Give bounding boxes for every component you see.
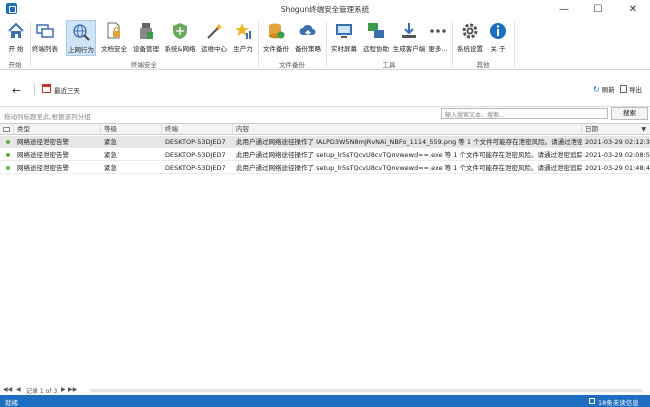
close-button[interactable]: ✕ (616, 0, 650, 18)
ribbon-toolbar: 开 始 开始 终端列表 上网行为 文档安全 设备管理 系统&网络 运维中心 生产… (0, 18, 650, 70)
checkbox-column-header[interactable] (0, 124, 14, 135)
ribbon-file-backup-button[interactable]: 文件备份 (262, 20, 290, 56)
status-bar: 就绪 18条未读信息 (0, 395, 650, 407)
table-row[interactable]: 网络途径泄密告警 紧急 DESKTOP-53DJED7 此用户通过网络途径操作了… (0, 136, 650, 148)
table-row[interactable]: 网络途径泄密告警 紧急 DESKTOP-53DJED7 此用户通过网络途径操作了… (0, 149, 650, 161)
next-page-icon[interactable]: ▶ (61, 386, 66, 393)
ribbon-document-security-button[interactable]: 文档安全 (100, 20, 128, 56)
magic-wand-icon (205, 22, 223, 40)
back-arrow-icon[interactable]: ← (12, 84, 21, 97)
monitors-icon (36, 22, 54, 40)
notification-icon (589, 398, 595, 404)
group-label: 开始 (8, 61, 22, 69)
refresh-button[interactable]: ↻ 刷新 (593, 84, 615, 95)
monitor-icon (335, 22, 353, 40)
group-label: 文件备份 (279, 61, 305, 69)
ribbon-productivity-button[interactable]: 生产力 (231, 20, 255, 56)
divider (34, 83, 35, 95)
column-header-content[interactable]: 内容 (233, 124, 582, 135)
calendar-icon[interactable] (42, 84, 51, 93)
shield-network-icon (171, 22, 189, 40)
status-dot-icon (6, 153, 10, 157)
ribbon-more-button[interactable]: 更多... (427, 20, 449, 56)
ribbon-generate-client-button[interactable]: 生成客户端 (393, 20, 425, 56)
search-input[interactable]: 输入搜索文本、搜索... (441, 108, 608, 119)
ribbon-settings-button[interactable]: 系统设置 (456, 20, 484, 56)
cloud-upload-icon (299, 22, 317, 40)
group-hint: 拖动列标题至此,根据该列分组 (4, 113, 91, 121)
gear-icon (461, 22, 479, 40)
export-icon (620, 85, 627, 93)
horizontal-scrollbar[interactable] (90, 389, 642, 392)
download-icon (400, 22, 418, 40)
minimize-button[interactable]: — (547, 0, 581, 18)
date-range-selector[interactable]: 最近三天 (54, 85, 80, 95)
usb-device-icon (137, 22, 155, 40)
prev-page-icon[interactable]: ◀ (16, 386, 21, 393)
ribbon-live-screen-button[interactable]: 实时屏幕 (330, 20, 358, 56)
column-header-terminal[interactable]: 终端 (162, 124, 233, 135)
refresh-icon: ↻ (593, 84, 600, 94)
ribbon-internet-behavior-button[interactable]: 上网行为 (66, 20, 96, 56)
ribbon-system-network-button[interactable]: 系统&网络 (164, 20, 196, 56)
ribbon-device-management-button[interactable]: 设备管理 (132, 20, 160, 56)
table-header: 类型 等级 终端 内容 日期 ▼ (0, 124, 650, 135)
status-dot-icon (6, 166, 10, 170)
database-backup-icon (267, 22, 285, 40)
group-label: 终端安全 (131, 61, 157, 69)
star-chart-icon (234, 22, 252, 40)
ribbon-remote-assist-button[interactable]: 远程协助 (362, 20, 390, 56)
column-header-type[interactable]: 类型 (14, 124, 101, 135)
column-header-level[interactable]: 等级 (101, 124, 162, 135)
group-separator (514, 22, 515, 66)
remote-desktop-icon (367, 22, 385, 40)
info-icon (489, 22, 507, 40)
last-page-icon[interactable]: ▶▶ (68, 386, 77, 393)
ribbon-about-button[interactable]: 关 于 (487, 20, 509, 56)
unread-count[interactable]: 18条未读信息 (598, 397, 639, 407)
column-header-date[interactable]: 日期 ▼ (582, 124, 650, 135)
mail-icon (3, 127, 10, 132)
pager: ◀◀ ◀ 记录 1 of 3 ▶ ▶▶ (0, 385, 650, 395)
ribbon-terminal-list-button[interactable]: 终端列表 (32, 20, 58, 56)
maximize-button[interactable]: ☐ (581, 0, 615, 18)
status-text: 就绪 (5, 399, 18, 407)
record-counter: 记录 1 of 3 (26, 388, 58, 395)
group-label: 工具 (382, 61, 396, 69)
title-bar: Shogun终端安全管理系统 — ☐ ✕ (0, 0, 650, 18)
more-dots-icon (429, 22, 447, 40)
first-page-icon[interactable]: ◀◀ (3, 386, 12, 393)
document-lock-icon (105, 22, 123, 40)
export-button[interactable]: 导出 (620, 84, 642, 94)
table-row[interactable]: 网络途径泄密告警 紧急 DESKTOP-53DJED7 此用户通过网络途径操作了… (0, 162, 650, 174)
nav-bar: ← 最近三天 ↻ 刷新 导出 (0, 71, 650, 107)
home-icon (7, 22, 25, 40)
status-dot-icon (6, 140, 10, 144)
alert-table: 类型 等级 终端 内容 日期 ▼ 网络途径泄密告警 紧急 DESKTOP-53D… (0, 123, 650, 385)
ribbon-backup-policy-button[interactable]: 备份策略 (294, 20, 322, 56)
group-label: 其他 (476, 61, 490, 69)
sort-desc-icon: ▼ (641, 126, 646, 133)
ribbon-ops-center-button[interactable]: 运维中心 (200, 20, 228, 56)
globe-search-icon (72, 23, 90, 41)
ribbon-start-button[interactable]: 开 始 (4, 20, 28, 56)
search-button[interactable]: 搜索 (611, 107, 648, 120)
